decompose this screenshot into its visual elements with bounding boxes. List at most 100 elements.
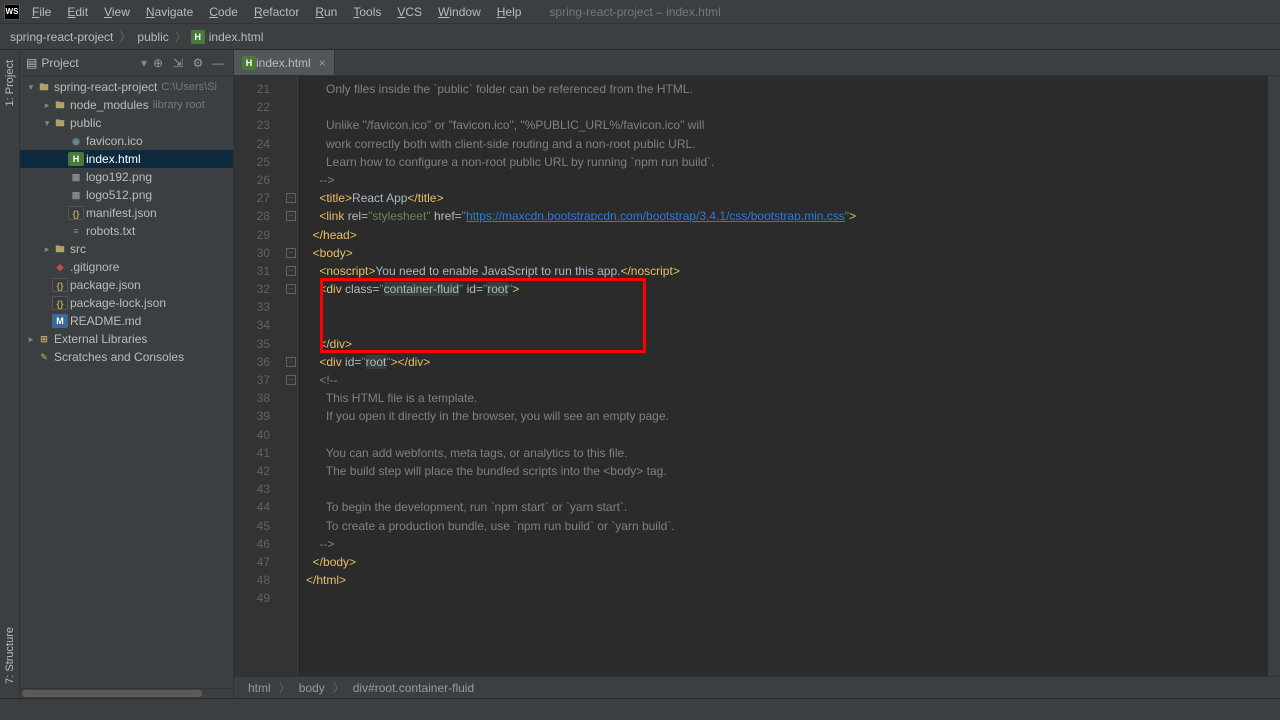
tree-item-label: src <box>70 242 86 256</box>
menu-navigate[interactable]: Navigate <box>138 3 201 21</box>
tree-item-label: index.html <box>86 152 141 166</box>
tree-item-external-libraries[interactable]: ▸⊞External Libraries <box>20 330 233 348</box>
status-bar <box>0 698 1280 720</box>
menu-tools[interactable]: Tools <box>345 3 389 21</box>
settings-button[interactable]: ⚙ <box>189 54 207 72</box>
breadcrumb-root[interactable]: spring-react-project <box>8 30 115 44</box>
img-icon: ▦ <box>68 170 84 184</box>
menu-code[interactable]: Code <box>201 3 246 21</box>
folder-icon: 🖿 <box>36 80 52 94</box>
fold-gutter[interactable]: − − − − − − − <box>286 76 298 676</box>
fold-marker[interactable]: − <box>286 357 296 367</box>
tree-item-label: Scratches and Consoles <box>54 350 184 364</box>
fold-marker[interactable]: − <box>286 266 296 276</box>
menu-run[interactable]: Run <box>307 3 345 21</box>
crumb-separator: 〉 <box>327 679 351 696</box>
tree-item-label: .gitignore <box>70 260 119 274</box>
code-editor[interactable]: 2122232425262728293031323334353637383940… <box>234 76 1280 676</box>
chevron-icon[interactable]: ▸ <box>42 100 52 111</box>
tree-item--gitignore[interactable]: ◆.gitignore <box>20 258 233 276</box>
window-title: spring-react-project – index.html <box>549 5 720 19</box>
chevron-icon[interactable]: ▾ <box>42 118 52 129</box>
json-icon: {} <box>68 206 84 220</box>
md-icon: M <box>52 314 68 328</box>
tree-item-label: spring-react-project <box>54 80 157 94</box>
editor-area: H index.html × 2122232425262728293031323… <box>234 50 1280 698</box>
tree-item-package-lock-json[interactable]: {}package-lock.json <box>20 294 233 312</box>
tree-item-node-modules[interactable]: ▸🖿node_moduleslibrary root <box>20 96 233 114</box>
breadcrumb-file[interactable]: index.html <box>207 30 266 44</box>
tree-item-hint: C:\Users\Si <box>161 81 217 93</box>
breadcrumb-folder[interactable]: public <box>135 30 170 44</box>
menu-file[interactable]: File <box>24 3 59 21</box>
fold-marker[interactable]: − <box>286 193 296 203</box>
menu-refactor[interactable]: Refactor <box>246 3 307 21</box>
project-tree[interactable]: ▾🖿spring-react-projectC:\Users\Si▸🖿node_… <box>20 76 233 688</box>
tab-label: index.html <box>256 56 311 70</box>
navigation-bar: spring-react-project 〉 public 〉 H index.… <box>0 24 1280 50</box>
folder-icon: 🖿 <box>52 116 68 130</box>
chevron-icon[interactable]: ▸ <box>42 244 52 255</box>
html-icon: H <box>68 152 84 166</box>
tree-item-label: logo192.png <box>86 170 152 184</box>
fold-marker[interactable]: − <box>286 211 296 221</box>
html-file-icon: H <box>191 30 205 44</box>
menu-help[interactable]: Help <box>489 3 530 21</box>
tree-item-scratches-and-consoles[interactable]: ✎Scratches and Consoles <box>20 348 233 366</box>
tree-item-spring-react-project[interactable]: ▾🖿spring-react-project C:\Users\Si <box>20 78 233 96</box>
crumb-separator: 〉 <box>273 679 297 696</box>
tree-item-logo192-png[interactable]: ▦logo192.png <box>20 168 233 186</box>
chevron-icon[interactable]: ▸ <box>26 334 36 345</box>
tree-item-label: node_modules <box>70 98 149 112</box>
menu-bar: WS FileEditViewNavigateCodeRefactorRunTo… <box>0 0 1280 24</box>
editor-tab-index-html[interactable]: H index.html × <box>234 50 335 75</box>
project-panel-title[interactable]: Project <box>41 56 139 70</box>
tree-item-label: README.md <box>70 314 141 328</box>
folder-icon: 🖿 <box>52 242 68 256</box>
tree-item-label: logo512.png <box>86 188 152 202</box>
hide-button[interactable]: — <box>209 54 227 72</box>
tree-item-public[interactable]: ▾🖿public <box>20 114 233 132</box>
editor-right-strip <box>1268 76 1280 676</box>
tree-item-src[interactable]: ▸🖿src <box>20 240 233 258</box>
tree-item-package-json[interactable]: {}package.json <box>20 276 233 294</box>
menu-vcs[interactable]: VCS <box>389 3 430 21</box>
dropdown-icon[interactable]: ▾ <box>141 56 147 70</box>
expand-button[interactable]: ⇲ <box>169 54 187 72</box>
code-crumb[interactable]: div#root.container-fluid <box>351 681 476 695</box>
scrollbar-thumb[interactable] <box>22 690 202 697</box>
breadcrumb-separator: 〉 <box>171 28 191 45</box>
tree-item-robots-txt[interactable]: ≡robots.txt <box>20 222 233 240</box>
structure-tool-tab[interactable]: 7: Structure <box>4 621 16 690</box>
line-number-gutter: 2122232425262728293031323334353637383940… <box>234 76 286 676</box>
tree-item-readme-md[interactable]: MREADME.md <box>20 312 233 330</box>
horizontal-scrollbar[interactable] <box>20 688 233 698</box>
tree-item-label: package.json <box>70 278 141 292</box>
project-icon: ▤ <box>26 56 37 70</box>
tree-item-favicon-ico[interactable]: ◉favicon.ico <box>20 132 233 150</box>
tree-item-label: package-lock.json <box>70 296 166 310</box>
code-crumb[interactable]: body <box>297 681 327 695</box>
menu-edit[interactable]: Edit <box>59 3 96 21</box>
tree-item-index-html[interactable]: Hindex.html <box>20 150 233 168</box>
tree-item-logo512-png[interactable]: ▦logo512.png <box>20 186 233 204</box>
chevron-icon[interactable]: ▾ <box>26 82 36 93</box>
editor-breadcrumbs: html 〉 body 〉 div#root.container-fluid <box>234 676 1280 698</box>
tree-item-label: robots.txt <box>86 224 135 238</box>
tree-item-label: External Libraries <box>54 332 147 346</box>
menu-window[interactable]: Window <box>430 3 489 21</box>
fold-marker[interactable]: − <box>286 284 296 294</box>
tree-item-hint: library root <box>153 99 205 111</box>
git-icon: ◆ <box>52 260 68 274</box>
project-tool-tab[interactable]: 1: Project <box>4 54 16 112</box>
code-content[interactable]: Only files inside the `public` folder ca… <box>298 76 1268 676</box>
locate-button[interactable]: ⊕ <box>149 54 167 72</box>
menu-view[interactable]: View <box>96 3 138 21</box>
close-tab-icon[interactable]: × <box>319 56 326 70</box>
tree-item-manifest-json[interactable]: {}manifest.json <box>20 204 233 222</box>
app-logo: WS <box>4 4 20 20</box>
fold-marker[interactable]: − <box>286 248 296 258</box>
fold-marker[interactable]: − <box>286 375 296 385</box>
lib-icon: ⊞ <box>36 332 52 346</box>
code-crumb[interactable]: html <box>246 681 273 695</box>
